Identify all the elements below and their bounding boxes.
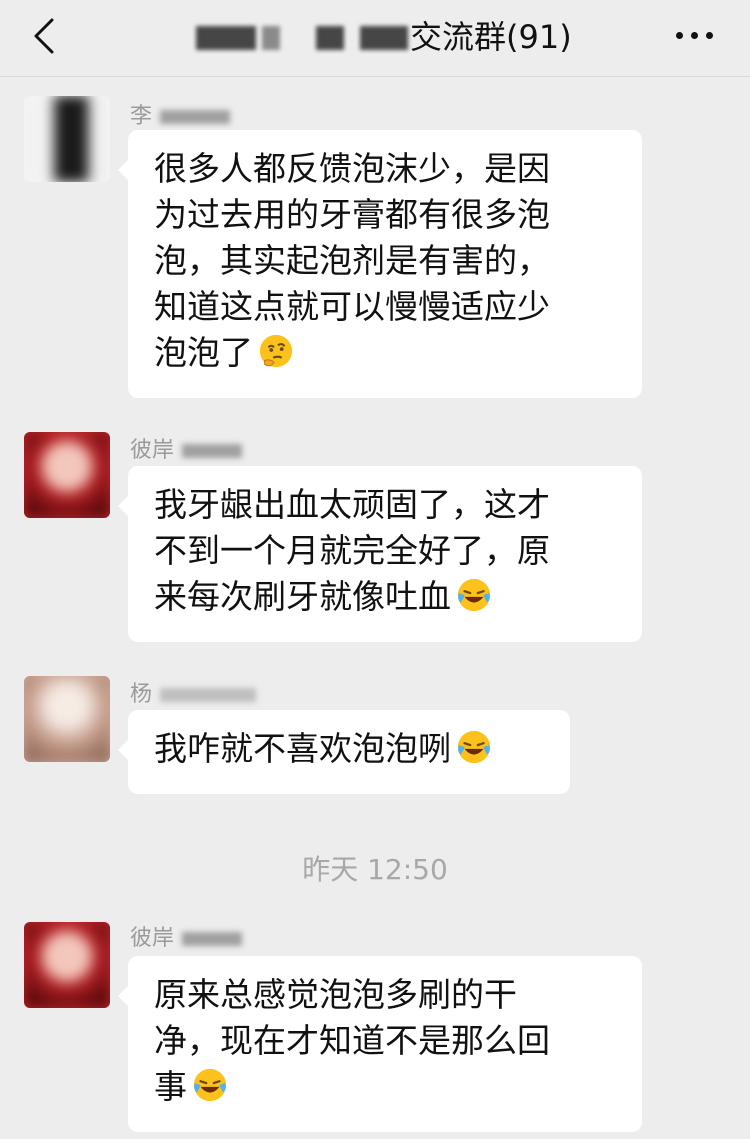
redacted-name: [160, 110, 231, 124]
redacted-group-name: [196, 26, 256, 50]
crying-laughing-icon: [457, 730, 491, 764]
redacted-group-name: [316, 26, 344, 50]
crying-laughing-icon: [193, 1068, 227, 1102]
message-bubble[interactable]: 我牙龈出血太顽固了，这才 不到一个月就完全好了，原 来每次刷牙就像吐血: [118, 466, 642, 642]
sender-name: 杨: [130, 676, 257, 708]
redacted-name: [160, 688, 257, 702]
redacted-group-name: [262, 26, 280, 50]
chat-header: 交流群(91): [0, 0, 750, 77]
sender-name: 彼岸: [130, 432, 243, 464]
more-dot-icon: [691, 32, 698, 39]
more-dot-icon: [676, 32, 683, 39]
avatar[interactable]: [24, 922, 110, 1008]
redacted-group-name: [360, 26, 408, 50]
message-timestamp: 昨天 12:50: [302, 853, 448, 886]
back-button[interactable]: [28, 14, 68, 58]
page-title: 交流群(91): [410, 18, 572, 56]
sender-name: 李: [130, 98, 231, 130]
chevron-left-icon: [34, 18, 54, 54]
message-bubble[interactable]: 原来总感觉泡泡多刷的干 净，现在才知道不是那么回 事: [118, 956, 642, 1132]
message-bubble[interactable]: 很多人都反馈泡沫少，是因 为过去用的牙膏都有很多泡 泡，其实起泡剂是有害的， 知…: [118, 130, 642, 398]
avatar[interactable]: [24, 96, 110, 182]
thinking-face-icon: [259, 334, 293, 368]
redacted-name: [182, 932, 243, 946]
sender-name: 彼岸: [130, 920, 243, 952]
message-bubble[interactable]: 我咋就不喜欢泡泡咧: [118, 710, 570, 794]
redacted-name: [182, 444, 243, 458]
avatar[interactable]: [24, 676, 110, 762]
crying-laughing-icon: [457, 578, 491, 612]
more-dot-icon: [706, 32, 713, 39]
avatar[interactable]: [24, 432, 110, 518]
more-button[interactable]: [672, 24, 716, 48]
